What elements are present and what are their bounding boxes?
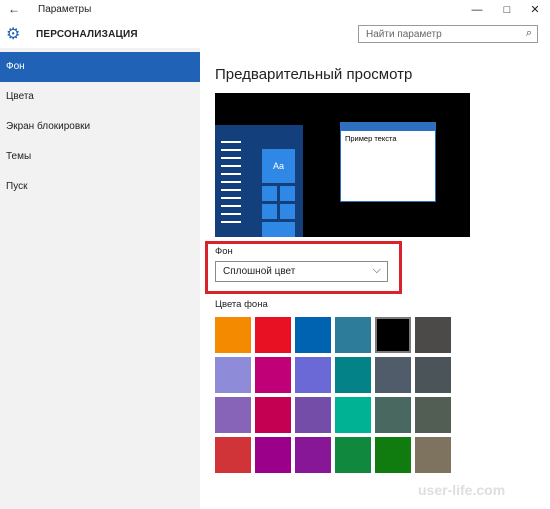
color-swatch[interactable] [415,437,451,473]
sidebar-item-background[interactable]: Фон [0,52,200,82]
background-label: Фон [215,246,233,257]
background-colors-label: Цвета фона [215,299,268,310]
preview-tile [262,222,295,237]
preview-menu-line [221,221,241,223]
color-swatch[interactable] [255,397,291,433]
color-swatch[interactable] [335,437,371,473]
color-swatch[interactable] [215,357,251,393]
preview-menu-line [221,141,241,143]
color-swatch[interactable] [415,357,451,393]
preview-start-menu: Aa [215,125,303,237]
gear-icon: ⚙ [6,26,21,43]
preview-sample-text: Пример текста [345,134,397,143]
preview-menu-line [221,197,241,199]
color-swatch[interactable] [255,317,291,353]
color-swatch[interactable] [215,317,251,353]
watermark: user-life.com [418,482,506,498]
preview-menu-line [221,165,241,167]
color-swatch[interactable] [295,397,331,433]
color-swatch[interactable] [375,397,411,433]
preview-tile [280,186,295,201]
preview-window-titlebar [341,123,435,131]
preview-menu-line [221,149,241,151]
color-swatch[interactable] [335,317,371,353]
search-input[interactable]: Найти параметр ⌕ [358,25,538,43]
preview-tile [262,204,277,219]
maximize-button[interactable]: □ [492,1,522,19]
color-swatch[interactable] [255,357,291,393]
sidebar-item-start[interactable]: Пуск [0,172,200,202]
color-swatch[interactable] [415,317,451,353]
preview-menu-line [221,157,241,159]
preview-menu-line [221,189,241,191]
color-swatch[interactable] [295,317,331,353]
desktop-preview: Aa Пример текста [215,93,470,237]
preview-menu-line [221,213,241,215]
sidebar-item-themes[interactable]: Темы [0,142,200,172]
color-swatch[interactable] [375,437,411,473]
search-icon[interactable]: ⌕ [526,27,532,40]
page-title: ПЕРСОНАЛИЗАЦИЯ [36,29,138,40]
sidebar-item-colors[interactable]: Цвета [0,82,200,112]
color-swatch[interactable] [215,397,251,433]
preview-window: Пример текста [340,122,436,202]
color-swatch[interactable] [415,397,451,433]
preview-menu-line [221,181,241,183]
color-swatch[interactable] [215,437,251,473]
background-dropdown[interactable]: Сплошной цвет ⌵ [215,261,388,282]
sidebar: Фон Цвета Экран блокировки Темы Пуск [0,48,201,509]
preview-heading: Предварительный просмотр [215,66,413,83]
preview-menu-line [221,205,241,207]
back-arrow-icon[interactable]: ← [8,2,20,16]
preview-tile-text: Aa [273,161,285,171]
close-button[interactable]: ✕ [520,1,550,19]
color-swatch[interactable] [335,357,371,393]
chevron-down-icon: ⌵ [372,264,381,276]
search-placeholder: Найти параметр [366,29,442,40]
color-swatch[interactable] [295,357,331,393]
background-dropdown-value: Сплошной цвет [223,266,296,277]
color-swatch[interactable] [335,397,371,433]
preview-tile [280,204,295,219]
preview-tile-large: Aa [262,149,295,183]
preview-menu-line [221,173,241,175]
color-swatch[interactable] [255,437,291,473]
color-swatch[interactable] [295,437,331,473]
minimize-button[interactable]: — [462,1,492,19]
preview-tile [262,186,277,201]
sidebar-item-lock-screen[interactable]: Экран блокировки [0,112,200,142]
title-bar: ← Параметры — □ ✕ [0,0,550,21]
window-title: Параметры [38,4,92,15]
color-swatch[interactable] [375,357,411,393]
color-swatch[interactable] [375,317,411,353]
